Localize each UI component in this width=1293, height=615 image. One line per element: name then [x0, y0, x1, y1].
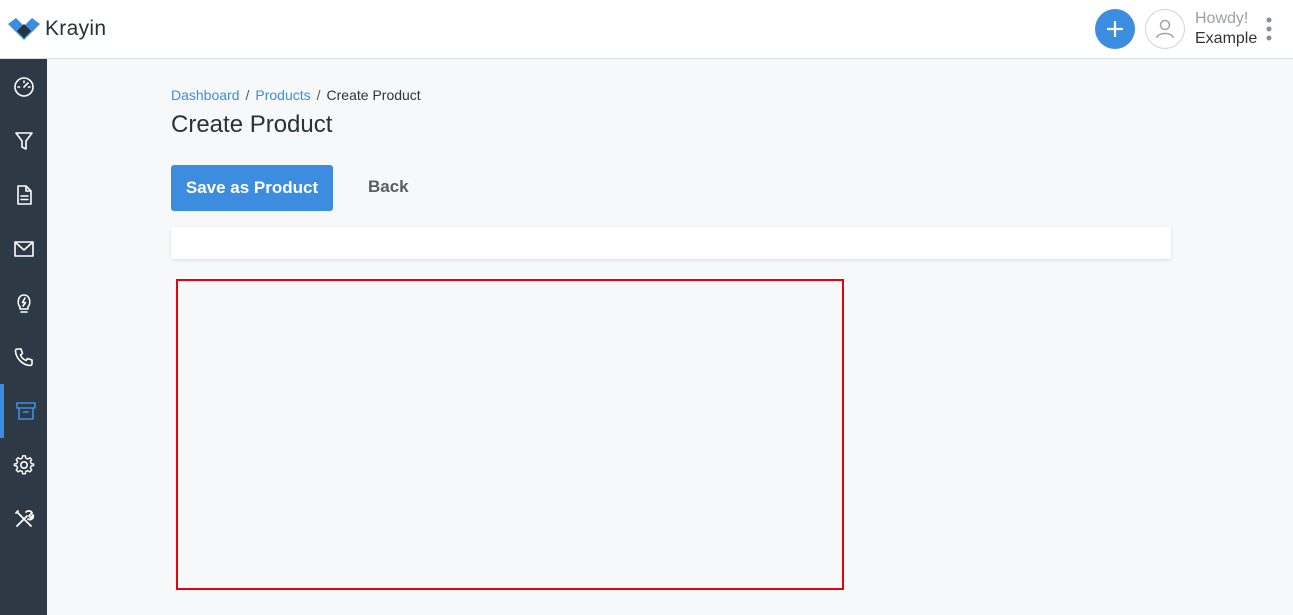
- save-as-product-button[interactable]: Save as Product: [171, 165, 333, 211]
- logo[interactable]: Krayin: [8, 17, 106, 41]
- sidebar-item-settings[interactable]: [0, 438, 47, 492]
- sidebar: [0, 59, 47, 615]
- mail-icon: [13, 241, 34, 257]
- back-link[interactable]: Back: [368, 177, 409, 197]
- page-title: Create Product: [171, 111, 333, 138]
- gear-icon: [13, 455, 34, 475]
- sidebar-item-dashboard[interactable]: [0, 60, 47, 114]
- breadcrumb-separator: /: [245, 87, 250, 103]
- sidebar-item-activities[interactable]: [0, 276, 47, 330]
- sidebar-item-configuration[interactable]: [0, 492, 47, 546]
- sidebar-item-mail[interactable]: [0, 222, 47, 276]
- tools-icon: [14, 510, 34, 527]
- breadcrumb-current: Create Product: [326, 87, 421, 103]
- gauge-icon: [13, 77, 34, 97]
- kebab-menu-icon[interactable]: [1262, 15, 1276, 43]
- breadcrumb-separator: /: [316, 87, 321, 103]
- krayin-logo-icon: [8, 18, 40, 40]
- breadcrumb-products-link[interactable]: Products: [255, 87, 310, 103]
- user-name: Example: [1195, 30, 1258, 47]
- lightbulb-icon: [16, 294, 31, 313]
- sidebar-item-leads[interactable]: [0, 114, 47, 168]
- archive-box-icon: [15, 402, 36, 420]
- breadcrumb: Dashboard / Products / Create Product: [171, 87, 421, 103]
- top-bar: Krayin Howdy! Example: [0, 0, 1293, 59]
- avatar[interactable]: [1145, 9, 1185, 49]
- sidebar-item-quotes[interactable]: [0, 168, 47, 222]
- breadcrumb-dashboard-link[interactable]: Dashboard: [171, 87, 240, 103]
- filter-icon: [14, 132, 33, 150]
- highlight-box: [176, 279, 844, 590]
- greeting-text: Howdy!: [1195, 10, 1249, 27]
- quick-add-button[interactable]: [1095, 9, 1135, 49]
- user-icon: [1156, 19, 1174, 39]
- form-panel: [171, 227, 1171, 259]
- sidebar-item-contacts[interactable]: [0, 330, 47, 384]
- plus-icon: [1106, 20, 1124, 38]
- phone-icon: [14, 348, 33, 367]
- sidebar-item-products[interactable]: [0, 384, 47, 438]
- user-info[interactable]: Howdy! Example: [1195, 9, 1257, 49]
- document-icon: [16, 185, 32, 205]
- logo-text: Krayin: [45, 17, 107, 40]
